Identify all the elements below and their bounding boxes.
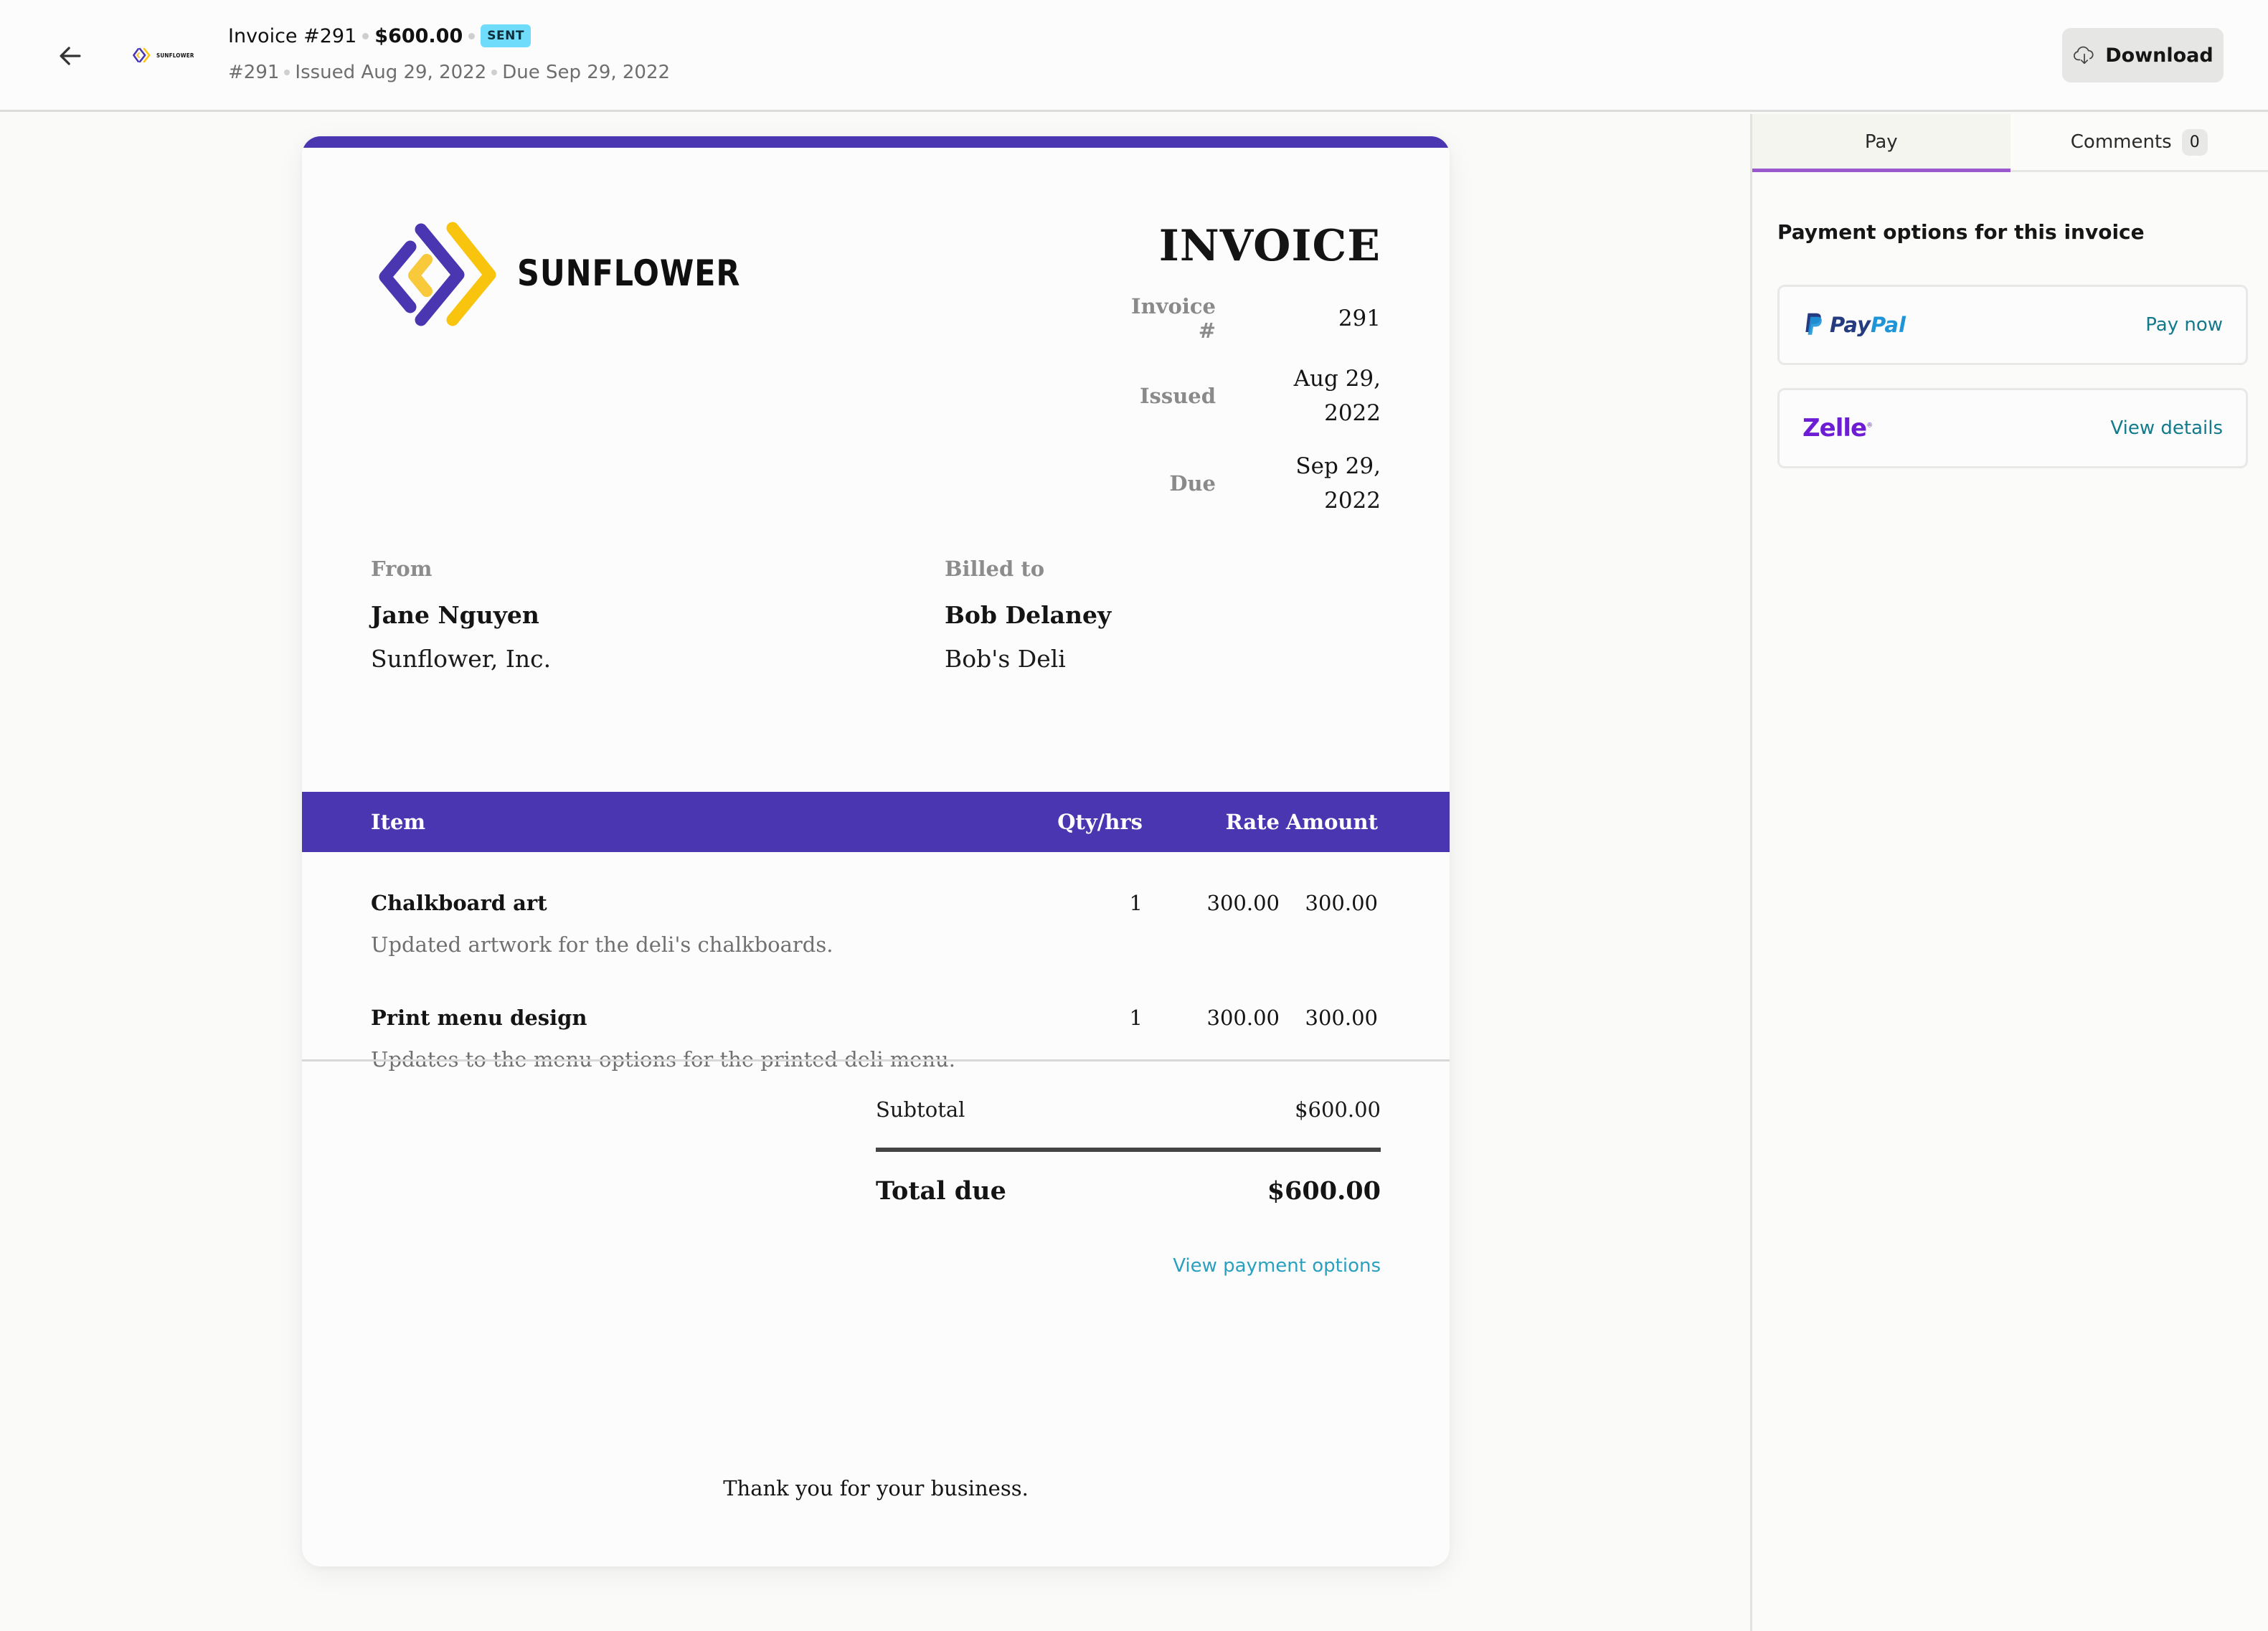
billed-to-org: Bob's Deli [945, 645, 1066, 673]
from-label: From [371, 557, 433, 581]
subtotal-label: Subtotal [876, 1097, 965, 1122]
total-due-row: Total due $600.00 [876, 1176, 1381, 1206]
subtotal-row: Subtotal $600.00 [876, 1097, 1381, 1122]
paypal-wordmark-pal: Pal [1870, 313, 1906, 337]
item-amount: 300.00 [1305, 1006, 1378, 1030]
mini-logo-text: SUNFLOWER [156, 52, 194, 59]
company-brand: SUNFLOWER [371, 219, 777, 327]
back-button[interactable] [55, 40, 86, 72]
payment-option-zelle[interactable]: Zelle® View details [1777, 388, 2248, 468]
table-divider [302, 1059, 1450, 1062]
item-rate: 300.00 [1206, 891, 1280, 915]
meta-row-number: Invoice # 291 [1108, 294, 1381, 343]
paypal-wordmark-pay: Pay [1830, 313, 1871, 337]
column-header-item: Item [371, 810, 426, 834]
item-description: Updated artwork for the deli's chalkboar… [371, 932, 833, 957]
invoice-summary-title: Invoice #291 $600.00 SENT [228, 24, 531, 47]
invoice-document: SUNFLOWER INVOICE Invoice # 291 Issued A… [302, 136, 1450, 1566]
paypal-icon [1805, 313, 1822, 335]
column-header-amount: Amount [1285, 810, 1378, 834]
column-header-qty: Qty/hrs [1057, 810, 1143, 834]
billed-to-label: Billed to [945, 557, 1045, 581]
zelle-icon: Zelle® [1802, 414, 1873, 443]
meta-row-due: Due Sep 29, 2022 [1108, 449, 1381, 518]
tab-comments[interactable]: Comments 0 [2011, 114, 2268, 170]
company-logo-small: SUNFLOWER [132, 43, 197, 67]
top-bar: SUNFLOWER Invoice #291 $600.00 SENT #291… [0, 0, 2268, 112]
cloud-download-icon [2074, 46, 2094, 65]
separator-dot [284, 70, 290, 75]
tab-pay[interactable]: Pay [1752, 114, 2011, 172]
column-header-rate: Rate [1225, 810, 1280, 834]
billed-to-name: Bob Delaney [945, 601, 1112, 629]
meta-label: Invoice # [1131, 294, 1216, 343]
invoice-meta: Invoice # 291 Issued Aug 29, 2022 Due Se… [1108, 294, 1381, 536]
accent-bar [302, 136, 1450, 148]
item-qty: 1 [1129, 1006, 1143, 1030]
side-panel: Pay Comments 0 Payment options for this … [1750, 114, 2268, 1631]
due-date: Due Sep 29, 2022 [502, 62, 671, 83]
totals-divider [876, 1148, 1381, 1152]
total-due-label: Total due [876, 1176, 1006, 1206]
subtotal-value: $600.00 [1295, 1097, 1381, 1122]
status-badge: SENT [481, 24, 531, 47]
invoice-title: Invoice #291 [228, 24, 357, 47]
payment-options-heading: Payment options for this invoice [1777, 220, 2145, 244]
arrow-left-icon [60, 47, 81, 65]
tab-label: Comments [2070, 131, 2172, 153]
meta-value: Sep 29, 2022 [1295, 453, 1381, 514]
download-button[interactable]: Download [2062, 28, 2224, 82]
thank-you-note: Thank you for your business. [723, 1476, 1029, 1500]
from-org: Sunflower, Inc. [371, 645, 552, 673]
item-name: Chalkboard art [371, 891, 547, 915]
view-payment-options-link[interactable]: View payment options [1173, 1255, 1381, 1277]
view-details-link[interactable]: View details [2110, 417, 2223, 439]
sunflower-logo-icon [379, 222, 496, 326]
table-row: Chalkboard art 1 300.00 300.00 Updated a… [302, 891, 1450, 957]
sunflower-logo-icon [133, 47, 151, 63]
billed-to-block: Billed to Bob Delaney Bob's Deli [945, 557, 1381, 673]
item-rate: 300.00 [1206, 1006, 1280, 1030]
from-block: From Jane Nguyen Sunflower, Inc. [371, 557, 945, 673]
download-label: Download [2105, 44, 2213, 67]
meta-value: 291 [1338, 306, 1381, 331]
tab-label: Pay [1864, 131, 1898, 153]
meta-value: Aug 29, 2022 [1293, 366, 1381, 426]
meta-label: Issued [1139, 384, 1216, 408]
separator-dot [468, 32, 476, 39]
pay-now-link[interactable]: Pay now [2145, 314, 2223, 336]
payment-option-paypal[interactable]: PayPal Pay now [1777, 285, 2248, 365]
meta-label: Due [1169, 471, 1216, 496]
parties: From Jane Nguyen Sunflower, Inc. Billed … [371, 557, 1381, 673]
table-row: Print menu design 1 300.00 300.00 Update… [302, 1006, 1450, 1072]
comments-count-badge: 0 [2181, 128, 2208, 156]
issued-date: Issued Aug 29, 2022 [295, 62, 487, 83]
separator-dot [491, 70, 498, 75]
total-due-value: $600.00 [1267, 1176, 1381, 1206]
meta-row-issued: Issued Aug 29, 2022 [1108, 361, 1381, 430]
item-name: Print menu design [371, 1006, 587, 1030]
separator-dot [362, 32, 369, 39]
side-tabs: Pay Comments 0 [1752, 114, 2268, 172]
invoice-summary-subtitle: #291 Issued Aug 29, 2022 Due Sep 29, 202… [228, 62, 670, 83]
invoice-preview-area: SUNFLOWER INVOICE Invoice # 291 Issued A… [0, 114, 1750, 1631]
invoice-number: #291 [228, 62, 280, 83]
company-name-logo: SUNFLOWER [517, 252, 741, 294]
totals: Subtotal $600.00 Total due $600.00 [876, 1097, 1381, 1206]
zelle-wordmark: Zelle [1802, 414, 1867, 443]
paypal-logo: PayPal [1802, 312, 1906, 338]
from-name: Jane Nguyen [371, 601, 539, 629]
invoice-amount: $600.00 [374, 24, 463, 47]
item-amount: 300.00 [1305, 891, 1378, 915]
item-qty: 1 [1129, 891, 1143, 915]
items-table-header: Item Qty/hrs Rate Amount [302, 792, 1450, 852]
document-title: INVOICE [1158, 221, 1381, 271]
